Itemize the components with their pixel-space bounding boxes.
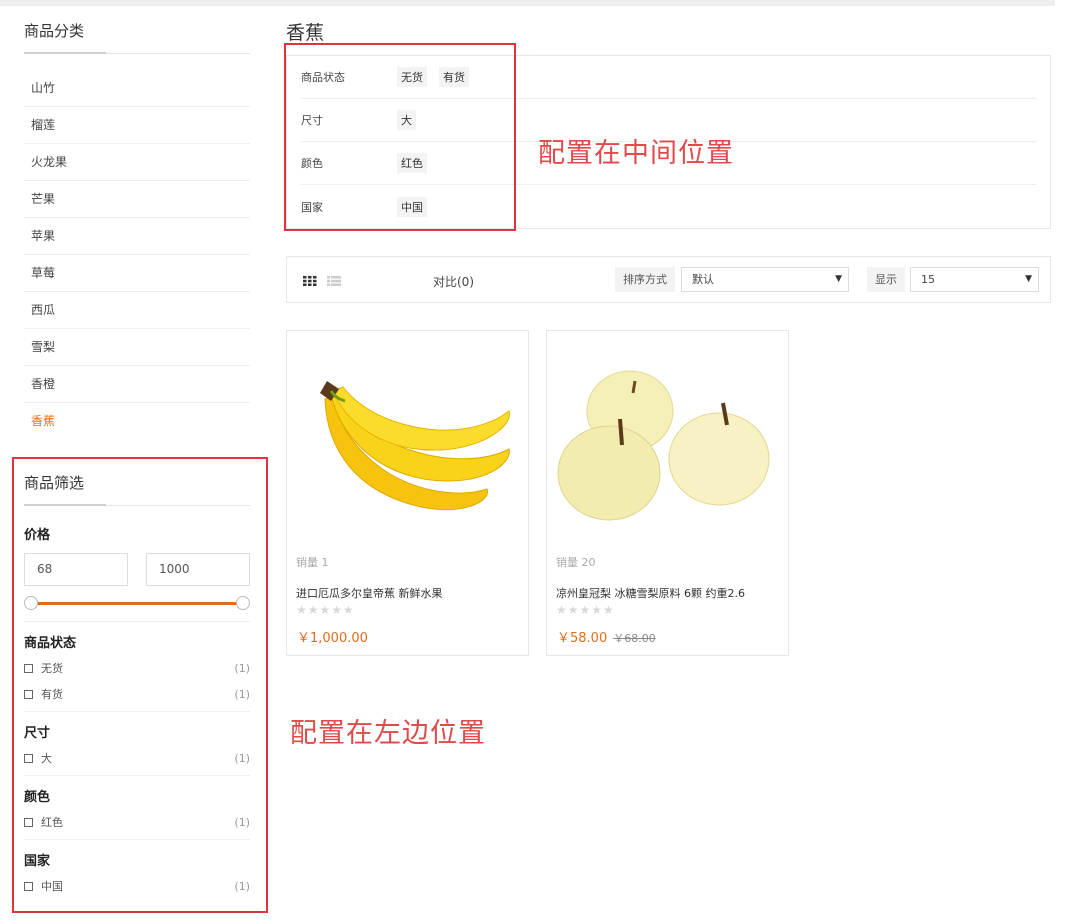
show-label: 显示 xyxy=(867,267,905,292)
annotation-middle: 配置在中间位置 xyxy=(538,138,734,169)
rating-stars: ★★★★★ xyxy=(556,603,615,617)
original-price: ￥68.00 xyxy=(613,632,656,645)
annotation-left: 配置在左边位置 xyxy=(290,718,486,749)
chevron-down-icon: ▼ xyxy=(1025,274,1032,284)
category-item[interactable]: 草莓 xyxy=(24,255,250,292)
product-toolbar: 对比(0) 排序方式 默认 ▼ 显示 15 ▼ xyxy=(286,256,1051,303)
chevron-down-icon: ▼ xyxy=(835,274,842,284)
sort-select-value: 默认 xyxy=(692,273,714,286)
category-item[interactable]: 火龙果 xyxy=(24,144,250,181)
category-title: 商品分类 xyxy=(24,18,250,54)
category-item[interactable]: 芒果 xyxy=(24,181,250,218)
grid-view-icon[interactable] xyxy=(303,276,317,286)
left-filter-highlight-box xyxy=(12,457,268,913)
product-card[interactable]: 销量 20 凉州皇冠梨 冰糖雪梨原料 6颗 约重2.6 ★★★★★ ￥58.00… xyxy=(546,330,789,656)
product-name[interactable]: 进口厄瓜多尔皇帝蕉 新鲜水果 xyxy=(296,585,443,601)
category-item-active[interactable]: 香蕉 xyxy=(24,403,250,440)
pear-image[interactable] xyxy=(547,331,788,541)
current-price: ￥1,000.00 xyxy=(297,631,368,646)
current-price: ￥58.00 xyxy=(557,631,608,646)
page-title: 香蕉 xyxy=(286,22,325,44)
category-item[interactable]: 香橙 xyxy=(24,366,250,403)
category-list: 山竹 榴莲 火龙果 芒果 苹果 草莓 西瓜 雪梨 香橙 香蕉 xyxy=(24,70,250,440)
category-item[interactable]: 苹果 xyxy=(24,218,250,255)
product-price: ￥58.00 ￥68.00 xyxy=(557,627,656,646)
category-item[interactable]: 榴莲 xyxy=(24,107,250,144)
middle-filter-highlight-box xyxy=(284,43,516,231)
page-size-select[interactable]: 15 ▼ xyxy=(910,267,1039,292)
product-price: ￥1,000.00 xyxy=(297,627,368,646)
rating-stars: ★★★★★ xyxy=(296,603,355,617)
product-card[interactable]: 销量 1 进口厄瓜多尔皇帝蕉 新鲜水果 ★★★★★ ￥1,000.00 xyxy=(286,330,529,656)
sales-count: 销量 1 xyxy=(296,556,329,569)
sales-count: 销量 20 xyxy=(556,556,596,569)
list-view-icon[interactable] xyxy=(327,276,341,286)
category-item[interactable]: 山竹 xyxy=(24,70,250,107)
top-bar xyxy=(0,0,1055,6)
sort-label: 排序方式 xyxy=(615,267,675,292)
sort-select[interactable]: 默认 ▼ xyxy=(681,267,849,292)
banana-image[interactable] xyxy=(287,331,528,541)
compare-link[interactable]: 对比(0) xyxy=(433,273,474,290)
category-sidebar: 商品分类 山竹 榴莲 火龙果 芒果 苹果 草莓 西瓜 雪梨 香橙 香蕉 xyxy=(24,18,250,440)
product-name[interactable]: 凉州皇冠梨 冰糖雪梨原料 6颗 约重2.6 xyxy=(556,585,745,601)
category-item[interactable]: 雪梨 xyxy=(24,329,250,366)
category-item[interactable]: 西瓜 xyxy=(24,292,250,329)
page-size-value: 15 xyxy=(921,273,935,286)
